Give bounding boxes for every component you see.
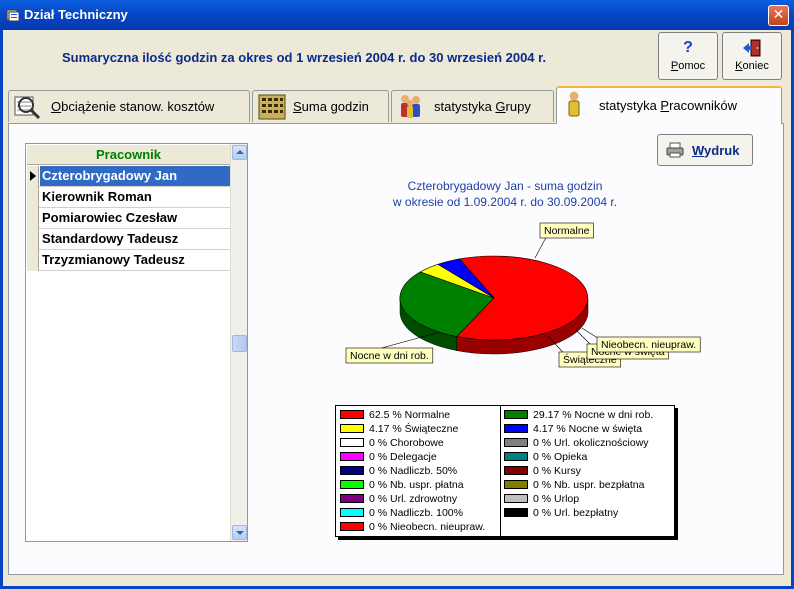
legend-swatch — [504, 480, 528, 489]
printer-icon — [666, 142, 684, 158]
legend-label: 62.5 % Normalne — [369, 409, 451, 421]
list-header: Pracownik — [27, 145, 230, 165]
legend-label: 0 % Nb. uspr. płatna — [369, 479, 464, 491]
help-button[interactable]: ? Pomoc — [658, 32, 718, 80]
legend-label: 0 % Url. okolicznościowy — [533, 437, 649, 449]
current-row-arrow-icon — [27, 166, 39, 187]
legend-label: 0 % Nadliczb. 100% — [369, 507, 463, 519]
tab-employee-stats[interactable]: statystyka Pracowników — [556, 86, 782, 124]
person-icon — [568, 91, 580, 117]
callout-label: Nieobecn. nieupraw. — [601, 339, 696, 351]
period-summary: Sumaryczna ilość godzin za okres od 1 wr… — [62, 50, 547, 65]
close-button[interactable]: ✕ — [768, 5, 789, 26]
legend-swatch — [504, 424, 528, 433]
legend-swatch — [504, 410, 528, 419]
list-item[interactable]: Standardowy Tadeusz — [27, 229, 230, 250]
list-scrollbar[interactable] — [230, 144, 247, 541]
legend-label: 0 % Nadliczb. 50% — [369, 465, 458, 477]
legend-swatch — [504, 494, 528, 503]
legend-swatch — [340, 410, 364, 419]
legend-swatch — [340, 438, 364, 447]
pie-chart: NormalneNocne w dni rob.ŚwiąteczneNocne … — [345, 222, 701, 368]
close-icon: ✕ — [772, 7, 785, 23]
legend-swatch — [504, 438, 528, 447]
calculator-icon — [258, 94, 286, 120]
legend-label: 0 % Url. zdrowotny — [369, 493, 458, 505]
legend-label: 4.17 % Świąteczne — [369, 423, 459, 435]
tab-hours-sum[interactable]: Suma godzin — [252, 90, 389, 122]
legend-swatch — [340, 494, 364, 503]
scroll-up-icon[interactable] — [232, 145, 247, 160]
chart-title-line-1: Czterobrygadowy Jan - suma godzin — [407, 179, 603, 193]
legend-label: 0 % Delegacje — [369, 451, 437, 463]
legend-label: 0 % Opieka — [533, 451, 588, 463]
legend-label: 4.17 % Nocne w święta — [533, 423, 643, 435]
callout-label: Normalne — [544, 225, 590, 237]
employee-list[interactable]: Pracownik Czterobrygadowy Jan Kierownik … — [25, 143, 248, 542]
chart-legend: 62.5 % Normalne 4.17 % Świąteczne 0 % Chor… — [335, 405, 675, 537]
legend-swatch — [340, 522, 364, 531]
question-icon: ? — [683, 39, 693, 56]
tab-group-stats[interactable]: statystyka Grupy — [391, 90, 554, 122]
legend-swatch — [340, 480, 364, 489]
legend-swatch — [340, 452, 364, 461]
list-item[interactable]: Pomiarowiec Czesław — [27, 208, 230, 229]
scroll-thumb[interactable] — [232, 335, 247, 352]
legend-swatch — [340, 466, 364, 475]
list-rows: Czterobrygadowy Jan Kierownik Roman Pomi… — [27, 166, 230, 271]
exit-button[interactable]: Koniec — [722, 32, 782, 80]
legend-swatch — [340, 424, 364, 433]
chart-title-line-2: w okresie od 1.09.2004 r. do 30.09.2004 … — [392, 195, 618, 209]
legend-label: 0 % Kursy — [533, 465, 581, 477]
legend-label: 0 % Chorobowe — [369, 437, 444, 449]
print-button[interactable]: Wydruk — [657, 134, 753, 166]
app-icon — [6, 9, 20, 22]
legend-label: 0 % Nb. uspr. bezpłatna — [533, 479, 645, 491]
legend-label: 0 % Nieobecn. nieupraw. — [369, 521, 486, 533]
callout-label: Nocne w dni rob. — [350, 350, 429, 362]
legend-label: 0 % Url. bezpłatny — [533, 507, 619, 519]
legend-swatch — [504, 466, 528, 475]
legend-swatch — [504, 508, 528, 517]
people-group-icon — [401, 95, 420, 118]
list-item[interactable]: Czterobrygadowy Jan — [27, 166, 230, 187]
scroll-down-icon[interactable] — [232, 525, 247, 540]
window-title: Dział Techniczny — [24, 7, 128, 22]
tab-cost-load[interactable]: Obciążenie stanow. kosztów — [8, 90, 250, 122]
legend-label: 29.17 % Nocne w dni rob. — [533, 409, 654, 421]
list-item[interactable]: Trzyzmianowy Tadeusz — [27, 250, 230, 271]
list-item[interactable]: Kierownik Roman — [27, 187, 230, 208]
legend-label: 0 % Urlop — [533, 493, 580, 505]
legend-swatch — [340, 508, 364, 517]
title-bar: Dział Techniczny ✕ — [0, 0, 794, 30]
magnifier-icon — [14, 96, 41, 120]
exit-door-icon — [743, 39, 761, 57]
legend-swatch — [504, 452, 528, 461]
